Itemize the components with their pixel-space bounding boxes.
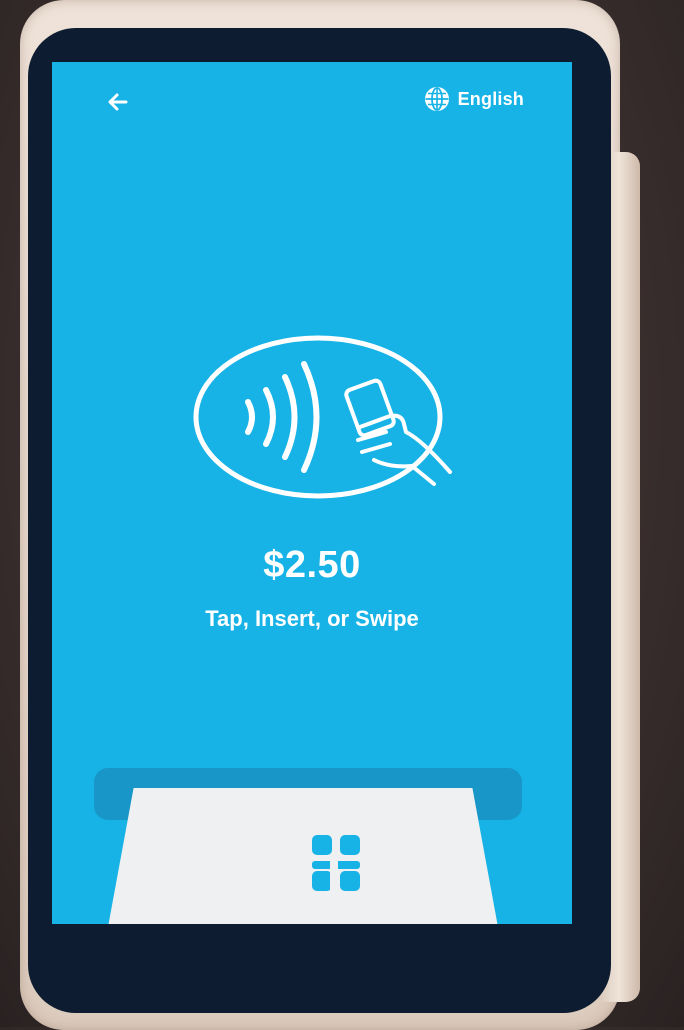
arrow-left-icon: [108, 93, 128, 111]
payment-instruction: Tap, Insert, or Swipe: [205, 606, 419, 631]
payment-screen: English $2.50 Tap, Insert, or Swipe: [52, 62, 572, 924]
language-label: English: [457, 88, 524, 109]
card-chip-icon: [312, 835, 360, 891]
back-button[interactable]: [104, 88, 132, 116]
contactless-tap-icon: [193, 335, 452, 499]
language-selector[interactable]: English: [424, 84, 524, 114]
globe-icon: [424, 87, 449, 111]
card-insert-graphic: [106, 788, 500, 924]
payment-amount: $2.50: [263, 544, 361, 586]
